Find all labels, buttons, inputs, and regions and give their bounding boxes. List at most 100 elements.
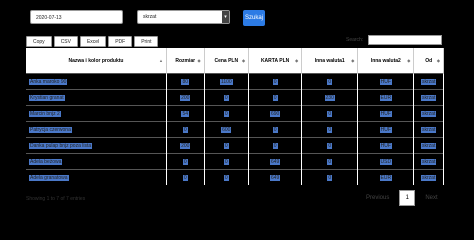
copy-button[interactable]: Copy bbox=[26, 36, 52, 47]
cell-value: Adela granatowa bbox=[29, 174, 69, 181]
cell-value: EUR bbox=[379, 174, 393, 181]
table-cell: 200 bbox=[166, 89, 205, 106]
cell-value: 0 bbox=[327, 142, 333, 149]
cell-value: 0 bbox=[272, 126, 278, 133]
cell-value: 0 bbox=[327, 126, 333, 133]
cell-value: 200 bbox=[180, 94, 191, 101]
cell-value: 0 bbox=[272, 142, 278, 149]
table-cell: EUR bbox=[357, 89, 415, 106]
table-cell: 200 bbox=[166, 137, 205, 154]
column-header-card[interactable]: KARTA PLN ◆ bbox=[248, 48, 303, 74]
column-header-product[interactable]: Nazwa i kolor produktu ▲ bbox=[26, 48, 167, 74]
column-header-currency2[interactable]: Inna waluta2 ◆ bbox=[357, 48, 415, 74]
table-cell: 0 bbox=[301, 105, 359, 122]
sort-icon: ◆ bbox=[407, 58, 411, 63]
sort-icon: ◆ bbox=[351, 58, 355, 63]
cell-value: skrzat bbox=[421, 158, 437, 165]
sort-icon: ▲ bbox=[159, 58, 163, 63]
cell-value: skrzat bbox=[421, 142, 437, 149]
sort-icon: ◆ bbox=[295, 58, 299, 63]
table-row: Adela beżowa 0 0 649 0 USD skrzat bbox=[26, 153, 444, 170]
products-table: Nazwa i kolor produktu ▲ Rozmiar ◆ Cena PL… bbox=[26, 48, 444, 185]
cell-value: HUF bbox=[379, 78, 392, 85]
next-button[interactable]: Next bbox=[425, 195, 437, 201]
sort-icon: ◆ bbox=[241, 58, 246, 63]
table-row: Danka pulap bnjz poza lista 200 0 0 0 HUF skrz… bbox=[26, 137, 444, 154]
location-select[interactable]: skrzat ▾ bbox=[137, 10, 230, 24]
cell-value: 54 bbox=[181, 110, 190, 117]
table-cell: 230 bbox=[301, 89, 359, 106]
table-cell: 0 bbox=[301, 153, 359, 170]
cell-value: 1100 bbox=[219, 78, 233, 85]
table-cell: HUF bbox=[357, 121, 415, 138]
table-cell: EUR bbox=[357, 169, 415, 185]
search-submit-button[interactable]: Szukaj bbox=[243, 10, 265, 26]
table-header-row: Nazwa i kolor produktu ▲ Rozmiar ◆ Cena PL… bbox=[26, 48, 444, 74]
cell-value: 0 bbox=[272, 94, 278, 101]
table-cell: skrzat bbox=[413, 169, 444, 185]
table-row: Patrycja czerwona 0 600 0 0 HUF skrzat bbox=[26, 121, 444, 138]
pagination: Previous 1 Next bbox=[366, 190, 438, 206]
table-cell: skrzat bbox=[413, 73, 444, 90]
table-cell: 0 bbox=[166, 169, 205, 185]
cell-value: USD bbox=[379, 158, 393, 165]
excel-button[interactable]: Excel bbox=[79, 36, 107, 47]
table-cell: 0 bbox=[204, 105, 250, 122]
table-row: Marcin bnjz 2 54 0 690 0 HUF skrzat bbox=[26, 105, 444, 122]
table-cell: 690 bbox=[248, 105, 303, 122]
table-cell: 54 bbox=[166, 105, 205, 122]
cell-value: 0 bbox=[327, 78, 333, 85]
table-cell: skrzat bbox=[413, 89, 444, 106]
cell-value: Marcin bnjz 2 bbox=[29, 110, 61, 117]
table-cell: 0 bbox=[301, 121, 359, 138]
previous-button[interactable]: Previous bbox=[366, 195, 389, 201]
table-cell: skrzat bbox=[413, 137, 444, 154]
table-cell: Marcin bnjz 2 bbox=[26, 105, 167, 122]
cell-value: Anka maroko 90 bbox=[29, 78, 68, 85]
table-cell: Danka pulap bnjz poza lista bbox=[26, 137, 167, 154]
table-cell: 0 bbox=[204, 137, 250, 154]
table-cell: Adela beżowa bbox=[26, 153, 167, 170]
chevron-down-icon[interactable]: ▾ bbox=[222, 11, 229, 23]
cell-value: 0 bbox=[327, 158, 333, 165]
cell-value: Krystian granat bbox=[29, 94, 65, 101]
table-cell: 0 bbox=[166, 121, 205, 138]
cell-value: 0 bbox=[223, 142, 229, 149]
cell-value: skrzat bbox=[421, 174, 437, 181]
cell-value: skrzat bbox=[421, 94, 437, 101]
cell-value: Adela beżowa bbox=[29, 158, 63, 165]
cell-value: 649 bbox=[269, 174, 281, 181]
cell-value: 230 bbox=[324, 94, 335, 101]
date-input[interactable]: 2020-07-13 bbox=[30, 10, 123, 24]
table-cell: skrzat bbox=[413, 121, 444, 138]
csv-button[interactable]: CSV bbox=[53, 36, 78, 47]
column-header-from[interactable]: Od ◆ bbox=[413, 48, 444, 74]
column-header-currency1[interactable]: Inna waluta1 ◆ bbox=[301, 48, 359, 74]
column-header-size[interactable]: Rozmiar ◆ bbox=[166, 48, 205, 74]
table-cell: 0 bbox=[248, 121, 303, 138]
cell-value: 0 bbox=[182, 174, 188, 181]
cell-value: 0 bbox=[182, 126, 188, 133]
table-cell: Krystian granat bbox=[26, 89, 167, 106]
pdf-button[interactable]: PDF bbox=[108, 36, 133, 47]
location-select-value: skrzat bbox=[143, 14, 157, 20]
search-input[interactable] bbox=[368, 35, 442, 45]
table-cell: 80 bbox=[166, 73, 205, 90]
search-label: Search: bbox=[346, 37, 364, 43]
cell-value: 600 bbox=[221, 126, 232, 133]
cell-value: HUF bbox=[379, 142, 392, 149]
cell-value: 0 bbox=[182, 158, 188, 165]
column-header-price[interactable]: Cena PLN ◆ bbox=[204, 48, 250, 74]
table-cell: 0 bbox=[248, 73, 303, 90]
sort-icon: ◆ bbox=[197, 58, 201, 63]
page-button[interactable]: 1 bbox=[399, 190, 416, 206]
cell-value: 0 bbox=[272, 78, 278, 85]
table-cell: 0 bbox=[301, 137, 359, 154]
cell-value: skrzat bbox=[421, 78, 437, 85]
table-cell: 0 bbox=[204, 153, 250, 170]
table-cell: 0 bbox=[301, 169, 359, 185]
table-cell: 0 bbox=[248, 89, 303, 106]
print-button[interactable]: Print bbox=[134, 36, 159, 47]
table-row: Adela granatowa 0 0 649 0 EUR skrzat bbox=[26, 169, 444, 185]
table-row: Krystian granat 200 0 0 230 EUR skrzat bbox=[26, 89, 444, 106]
